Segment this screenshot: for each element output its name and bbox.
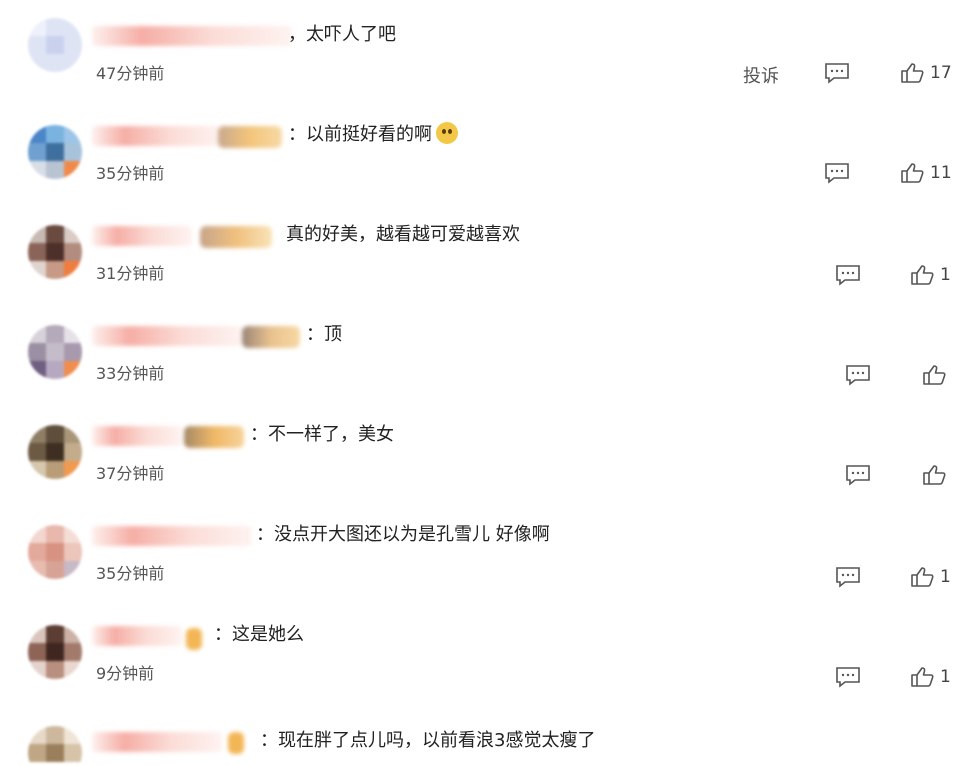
like-button[interactable] (922, 464, 946, 486)
thumbs-up-icon (923, 465, 946, 485)
username-blurred[interactable] (92, 526, 252, 546)
user-badge (184, 426, 244, 448)
comment-time: 31分钟前 (96, 264, 165, 283)
like-count: 1 (940, 567, 951, 587)
user-badge (218, 126, 282, 148)
thumbs-up-icon (901, 63, 924, 83)
comment-text: ：顶 (306, 324, 342, 345)
like-button[interactable] (922, 364, 946, 386)
thumbs-up-icon (901, 163, 924, 183)
comment-text: ：现在胖了点儿吗，以前看浪3感觉太瘦了 (260, 730, 596, 751)
like-count: 11 (930, 163, 952, 183)
avatar[interactable] (28, 125, 82, 179)
comment-item: ：以前挺好看的啊 35分钟前 11 (0, 100, 960, 200)
user-badge (200, 226, 272, 248)
avatar[interactable] (28, 325, 82, 379)
reply-button[interactable] (845, 364, 871, 386)
comment-icon (836, 667, 860, 688)
comment-time: 47分钟前 (96, 64, 165, 83)
thumbs-up-icon (923, 365, 946, 385)
comment-item: 真的好美，越看越可爱越喜欢 31分钟前 1 (0, 200, 960, 300)
comment-icon (836, 567, 860, 588)
comment-item: ：这是她么 9分钟前 1 (0, 600, 960, 700)
avatar[interactable] (28, 425, 82, 479)
avatar[interactable] (28, 726, 82, 766)
report-button[interactable]: 投诉 (743, 62, 779, 88)
username-blurred[interactable] (92, 326, 242, 346)
username-blurred[interactable] (92, 226, 192, 246)
comment-text: ，太吓人了吧 (288, 24, 396, 45)
reply-button[interactable] (835, 566, 861, 588)
comment-text: ：这是她么 (214, 624, 304, 645)
username-blurred[interactable] (92, 426, 182, 446)
comment-item: ，太吓人了吧 47分钟前 投诉 17 (0, 0, 960, 100)
comment-text-content: ：以前挺好看的啊 (288, 124, 432, 145)
like-button[interactable]: 17 (900, 62, 952, 84)
comment-time: 33分钟前 (96, 364, 165, 383)
reply-button[interactable] (824, 162, 850, 184)
like-button[interactable]: 1 (910, 666, 951, 688)
avatar[interactable] (28, 625, 82, 679)
like-button[interactable]: 1 (910, 566, 951, 588)
thumbs-up-icon (911, 667, 934, 687)
comment-icon (846, 465, 870, 486)
comment-item: ：不一样了，美女 37分钟前 (0, 400, 960, 500)
username-blurred[interactable] (92, 626, 182, 646)
like-button[interactable]: 1 (910, 264, 951, 286)
comment-item: ：顶 33分钟前 (0, 300, 960, 400)
comment-icon (825, 163, 849, 184)
username-blurred[interactable] (92, 126, 222, 146)
avatar[interactable] (28, 525, 82, 579)
reply-button[interactable] (845, 464, 871, 486)
comment-text: ：没点开大图还以为是孔雪儿 好像啊 (256, 524, 550, 545)
thumbs-up-icon (911, 265, 934, 285)
comment-text: ：以前挺好看的啊 (288, 122, 458, 148)
avatar[interactable] (28, 18, 82, 72)
user-badge (186, 628, 202, 650)
comment-text: 真的好美，越看越可爱越喜欢 (286, 224, 520, 245)
comment-icon (846, 365, 870, 386)
like-button[interactable]: 11 (900, 162, 952, 184)
user-badge (242, 326, 300, 348)
reply-button[interactable] (835, 666, 861, 688)
comment-item: ：没点开大图还以为是孔雪儿 好像啊 35分钟前 1 (0, 500, 960, 600)
reply-button[interactable] (835, 264, 861, 286)
username-blurred[interactable] (92, 732, 222, 752)
avatar[interactable] (28, 225, 82, 279)
comment-icon (836, 265, 860, 286)
comment-time: 37分钟前 (96, 464, 165, 483)
comment-time: 9分钟前 (96, 664, 155, 683)
comment-time: 35分钟前 (96, 564, 165, 583)
username-blurred[interactable] (92, 26, 292, 46)
comment-time: 35分钟前 (96, 164, 165, 183)
like-count: 17 (930, 63, 952, 83)
like-count: 1 (940, 667, 951, 687)
comment-item: ：现在胖了点儿吗，以前看浪3感觉太瘦了 (0, 700, 960, 766)
reply-button[interactable] (824, 62, 850, 84)
comment-text: ：不一样了，美女 (250, 424, 394, 445)
like-count: 1 (940, 265, 951, 285)
user-badge (228, 732, 244, 754)
doge-emoji-icon (436, 122, 458, 144)
thumbs-up-icon (911, 567, 934, 587)
comment-icon (825, 63, 849, 84)
